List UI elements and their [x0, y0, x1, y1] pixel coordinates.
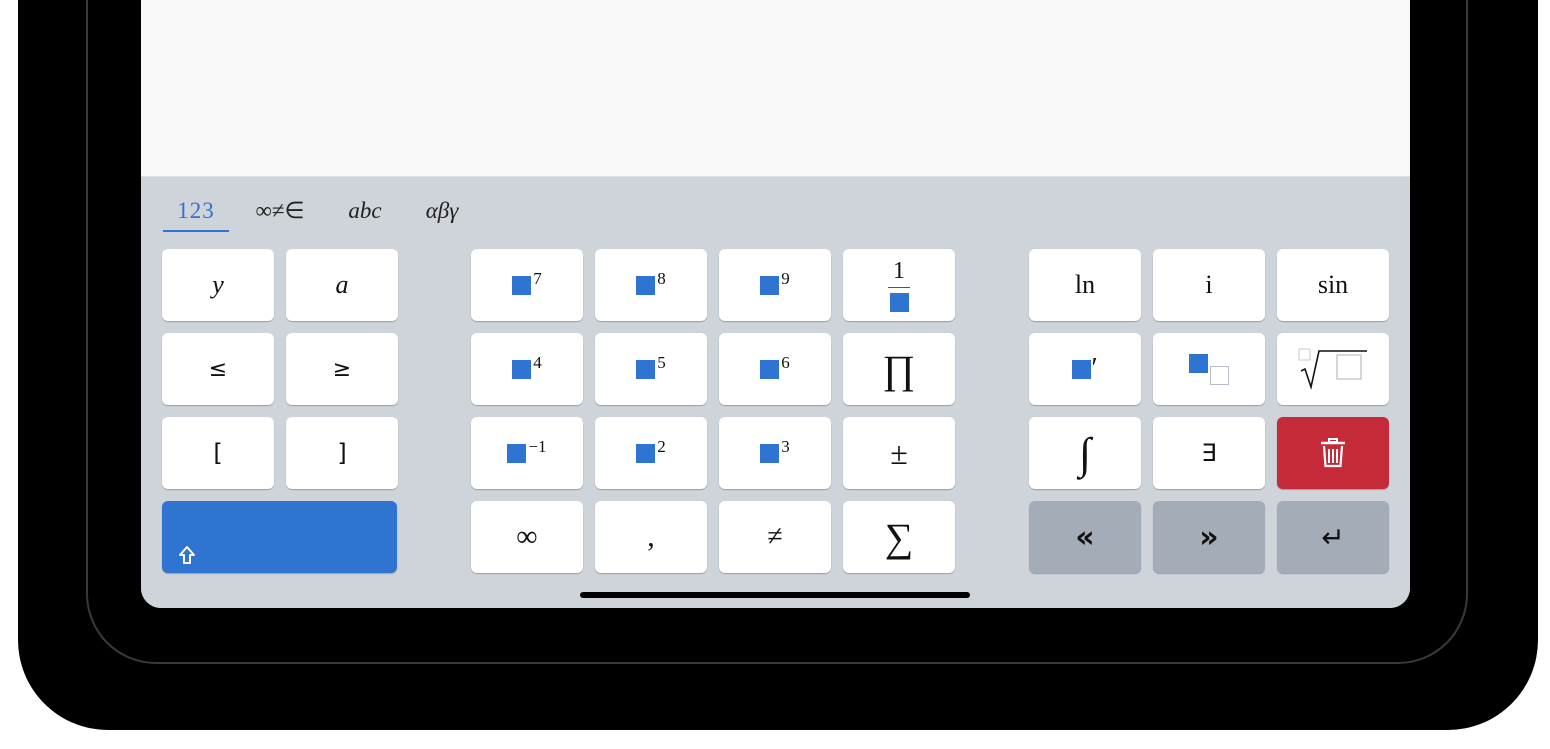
key-power-negative-1-exponent: −1	[528, 437, 547, 456]
subscript-slot-icon	[1210, 365, 1229, 385]
placeholder-icon	[889, 292, 909, 312]
key-less-equal[interactable]: ≤	[162, 333, 274, 405]
key-imaginary[interactable]: i	[1153, 249, 1265, 321]
key-power-3-exponent: 3	[781, 437, 790, 456]
placeholder-icon	[1072, 359, 1092, 379]
fraction-bar	[888, 286, 910, 288]
key-power-3[interactable]: 3	[719, 417, 831, 489]
key-imaginary-label: i	[1205, 270, 1213, 299]
placeholder-icon	[507, 443, 527, 463]
placeholder-icon	[512, 275, 532, 295]
key-power-4[interactable]: 4	[471, 333, 583, 405]
math-keyboard: 123 ∞≠∈ abc αβγ y a ≤ ≥ [ ] 7 8 9 1 4 5 …	[141, 177, 1410, 608]
key-subscript[interactable]	[1153, 333, 1265, 405]
key-sum-label: ∑	[884, 514, 914, 560]
enter-button[interactable]: ↵	[1277, 501, 1389, 573]
key-greater-equal-label: ≥	[332, 356, 352, 382]
screen: 123 ∞≠∈ abc αβγ y a ≤ ≥ [ ] 7 8 9 1 4 5 …	[141, 0, 1410, 608]
key-plus-minus[interactable]: ±	[843, 417, 955, 489]
delete-button[interactable]	[1277, 417, 1389, 489]
cursor-right-icon: »	[1199, 519, 1219, 555]
key-integral-label: ∫	[1078, 428, 1092, 478]
key-power-4-exponent: 4	[533, 353, 542, 372]
key-product[interactable]: ∏	[843, 333, 955, 405]
tab-alphabetic[interactable]: abc	[339, 197, 391, 227]
fraction: 1	[888, 259, 910, 312]
placeholder-icon	[636, 443, 656, 463]
placeholder-icon	[760, 275, 780, 295]
key-sum[interactable]: ∑	[843, 501, 955, 573]
key-integral[interactable]: ∫	[1029, 417, 1141, 489]
tab-symbols[interactable]: ∞≠∈	[248, 197, 312, 227]
shift-arrow-icon	[179, 546, 195, 564]
key-nth-root[interactable]	[1277, 333, 1389, 405]
key-power-7-exponent: 7	[533, 269, 542, 288]
nth-root-icon	[1298, 348, 1367, 390]
key-left-bracket-label: [	[213, 439, 223, 467]
key-power-6-exponent: 6	[781, 353, 790, 372]
key-sin-label: sin	[1317, 270, 1349, 299]
shift-key[interactable]	[162, 501, 397, 573]
key-power-5-exponent: 5	[657, 353, 666, 372]
key-power-7[interactable]: 7	[471, 249, 583, 321]
key-left-bracket[interactable]: [	[162, 417, 274, 489]
placeholder-icon	[636, 359, 656, 379]
key-right-bracket[interactable]: ]	[286, 417, 398, 489]
key-power-2[interactable]: 2	[595, 417, 707, 489]
key-power-9-exponent: 9	[781, 269, 790, 288]
key-y[interactable]: y	[162, 249, 274, 321]
home-indicator	[580, 592, 970, 598]
tab-numeric[interactable]: 123	[163, 197, 229, 227]
key-comma[interactable]: ,	[595, 501, 707, 573]
placeholder-icon	[512, 359, 532, 379]
key-reciprocal[interactable]: 1	[843, 249, 955, 321]
key-comma-label: ,	[647, 520, 655, 553]
enter-icon: ↵	[1321, 520, 1345, 554]
key-not-equal-label: ≠	[767, 521, 783, 552]
key-exists-label: ∃	[1201, 439, 1217, 467]
key-power-negative-1[interactable]: −1	[471, 417, 583, 489]
key-power-8[interactable]: 8	[595, 249, 707, 321]
key-not-equal[interactable]: ≠	[719, 501, 831, 573]
placeholder-icon	[760, 359, 780, 379]
placeholder-icon	[636, 275, 656, 295]
tab-greek[interactable]: αβγ	[413, 197, 471, 227]
placeholder-icon	[1189, 353, 1208, 373]
fraction-numerator: 1	[893, 257, 905, 284]
key-right-bracket-label: ]	[337, 439, 347, 467]
math-editor-area[interactable]	[141, 0, 1410, 177]
key-infinity[interactable]: ∞	[471, 501, 583, 573]
key-ln-label: ln	[1074, 270, 1096, 299]
key-y-label: y	[212, 270, 224, 299]
cursor-left-icon: «	[1075, 519, 1095, 555]
cursor-left-button[interactable]: «	[1029, 501, 1141, 573]
cursor-right-button[interactable]: »	[1153, 501, 1265, 573]
key-power-2-exponent: 2	[657, 437, 666, 456]
key-greater-equal[interactable]: ≥	[286, 333, 398, 405]
key-plus-minus-label: ±	[890, 434, 908, 471]
key-less-equal-label: ≤	[208, 356, 228, 382]
key-power-6[interactable]: 6	[719, 333, 831, 405]
key-exists[interactable]: ∃	[1153, 417, 1265, 489]
key-power-9[interactable]: 9	[719, 249, 831, 321]
key-power-8-exponent: 8	[657, 269, 666, 288]
key-power-5[interactable]: 5	[595, 333, 707, 405]
key-infinity-label: ∞	[516, 520, 538, 553]
key-derivative-prime: ′	[1091, 353, 1098, 384]
key-derivative[interactable]: ′	[1029, 333, 1141, 405]
key-a-label: a	[335, 270, 349, 299]
key-product-label: ∏	[882, 346, 916, 392]
key-a[interactable]: a	[286, 249, 398, 321]
placeholder-icon	[760, 443, 780, 463]
active-tab-indicator	[163, 230, 229, 232]
key-ln[interactable]: ln	[1029, 249, 1141, 321]
key-sin[interactable]: sin	[1277, 249, 1389, 321]
trash-icon	[1321, 438, 1345, 468]
